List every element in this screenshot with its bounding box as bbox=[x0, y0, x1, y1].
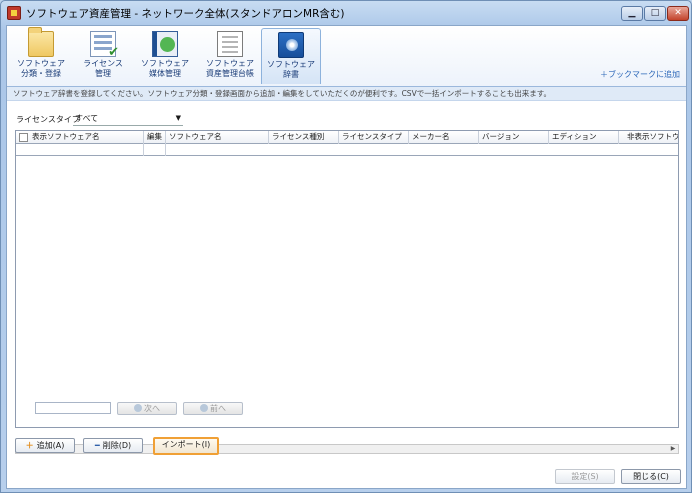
ribbon-toolbar: ソフトウェア 分類・登録 ライセンス 管理 ソフトウェア 媒体管理 ソフトウェア… bbox=[7, 26, 686, 86]
prev-label: 前へ bbox=[210, 404, 226, 413]
column-version[interactable]: バージョン bbox=[479, 131, 549, 144]
column-label: 表示ソフトウェア名 bbox=[32, 132, 100, 141]
scroll-right-icon[interactable]: ▶ bbox=[668, 445, 678, 453]
ribbon-label: 管理 bbox=[95, 69, 111, 78]
maximize-icon: □ bbox=[650, 8, 660, 18]
delete-button[interactable]: ━ 削除(D) bbox=[83, 438, 143, 453]
add-label: 追加(A) bbox=[36, 441, 65, 450]
circle-arrow-icon bbox=[200, 404, 208, 412]
ribbon-label: 分類・登録 bbox=[21, 69, 61, 78]
ribbon-license-management[interactable]: ライセンス 管理 bbox=[73, 28, 133, 84]
client-area: ソフトウェア 分類・登録 ライセンス 管理 ソフトウェア 媒体管理 ソフトウェア… bbox=[6, 25, 687, 489]
add-bookmark-link[interactable]: ＋ブックマークに追加 bbox=[600, 69, 680, 80]
column-edition[interactable]: エディション bbox=[549, 131, 619, 144]
ribbon-software-dictionary[interactable]: ソフトウェア 辞書 bbox=[261, 28, 321, 84]
chevron-down-icon: ▼ bbox=[175, 114, 181, 122]
ribbon-label: 辞書 bbox=[283, 70, 299, 79]
info-message: ソフトウェア辞書を登録してください。ソフトウェア分類・登録画面から追加・編集をし… bbox=[7, 86, 686, 101]
plus-icon: ＋ bbox=[25, 441, 34, 450]
close-window-button[interactable]: ✕ bbox=[667, 6, 689, 21]
delete-label: 削除(D) bbox=[102, 441, 132, 450]
ribbon-label: ソフトウェア bbox=[267, 60, 315, 69]
ribbon-label: 媒体管理 bbox=[149, 69, 181, 78]
ledger-icon bbox=[217, 31, 243, 57]
edit-filter bbox=[144, 144, 166, 156]
ribbon-label: ライセンス bbox=[83, 59, 123, 68]
grid-filter-row bbox=[16, 144, 678, 156]
media-icon bbox=[152, 31, 178, 57]
ribbon-label: ソフトウェア bbox=[206, 59, 254, 68]
next-page-button[interactable]: 次へ bbox=[117, 402, 177, 415]
grid-header: 表示ソフトウェア名 編集 ソフトウェア名 ライセンス種別 ライセンスタイプ メー… bbox=[16, 131, 678, 144]
ribbon-software-classification[interactable]: ソフトウェア 分類・登録 bbox=[11, 27, 71, 84]
page-input[interactable] bbox=[35, 402, 111, 414]
circle-arrow-icon bbox=[134, 404, 142, 412]
license-icon bbox=[90, 31, 119, 60]
column-license-type[interactable]: ライセンスタイプ bbox=[339, 131, 409, 144]
ribbon-asset-ledger[interactable]: ソフトウェア 資産管理台帳 bbox=[197, 28, 263, 84]
ribbon-label: 資産管理台帳 bbox=[206, 69, 254, 78]
dictionary-grid: 表示ソフトウェア名 編集 ソフトウェア名 ライセンス種別 ライセンスタイプ メー… bbox=[15, 130, 679, 428]
window-title: ソフトウェア資産管理 - ネットワーク全体(スタンドアロンMR含む) bbox=[26, 8, 345, 20]
ribbon-label: ソフトウェア bbox=[17, 59, 65, 68]
close-button[interactable]: 閉じる(C) bbox=[621, 469, 681, 484]
license-type-value: すべて bbox=[75, 114, 99, 123]
folder-icon bbox=[28, 27, 54, 57]
next-label: 次へ bbox=[144, 404, 160, 413]
main-window: ソフトウェア資産管理 - ネットワーク全体(スタンドアロンMR含む) ▁ □ ✕… bbox=[0, 0, 692, 493]
ribbon-label: ソフトウェア bbox=[141, 59, 189, 68]
column-display-name[interactable]: 表示ソフトウェア名 bbox=[16, 131, 144, 144]
close-icon: ✕ bbox=[674, 8, 682, 18]
select-all-checkbox[interactable] bbox=[19, 133, 28, 142]
column-edit[interactable]: 編集 bbox=[144, 131, 166, 144]
dictionary-icon bbox=[278, 32, 304, 58]
settings-button[interactable]: 設定(S) bbox=[555, 469, 615, 484]
column-license-kind[interactable]: ライセンス種別 bbox=[269, 131, 339, 144]
column-software-name[interactable]: ソフトウェア名 bbox=[166, 131, 269, 144]
license-type-label: ライセンスタイプ bbox=[16, 115, 80, 124]
import-button[interactable]: インポート(I) bbox=[153, 437, 219, 455]
title-bar[interactable]: ソフトウェア資産管理 - ネットワーク全体(スタンドアロンMR含む) ▁ □ ✕ bbox=[1, 1, 691, 25]
ribbon-media-management[interactable]: ソフトウェア 媒体管理 bbox=[135, 28, 195, 84]
minus-icon: ━ bbox=[94, 441, 100, 450]
app-icon bbox=[7, 6, 21, 20]
column-maker[interactable]: メーカー名 bbox=[409, 131, 479, 144]
add-button[interactable]: ＋追加(A) bbox=[15, 438, 75, 453]
column-hidden-software[interactable]: 非表示ソフトウェア bbox=[619, 131, 678, 144]
minimize-icon: ▁ bbox=[628, 8, 636, 18]
prev-page-button[interactable]: 前へ bbox=[183, 402, 243, 415]
minimize-button[interactable]: ▁ bbox=[621, 6, 643, 21]
import-label: インポート(I) bbox=[161, 440, 211, 449]
row-spacer bbox=[166, 144, 678, 156]
license-type-select[interactable]: すべて ▼ bbox=[73, 112, 183, 126]
maximize-button[interactable]: □ bbox=[644, 6, 666, 21]
display-name-filter[interactable] bbox=[16, 144, 144, 156]
